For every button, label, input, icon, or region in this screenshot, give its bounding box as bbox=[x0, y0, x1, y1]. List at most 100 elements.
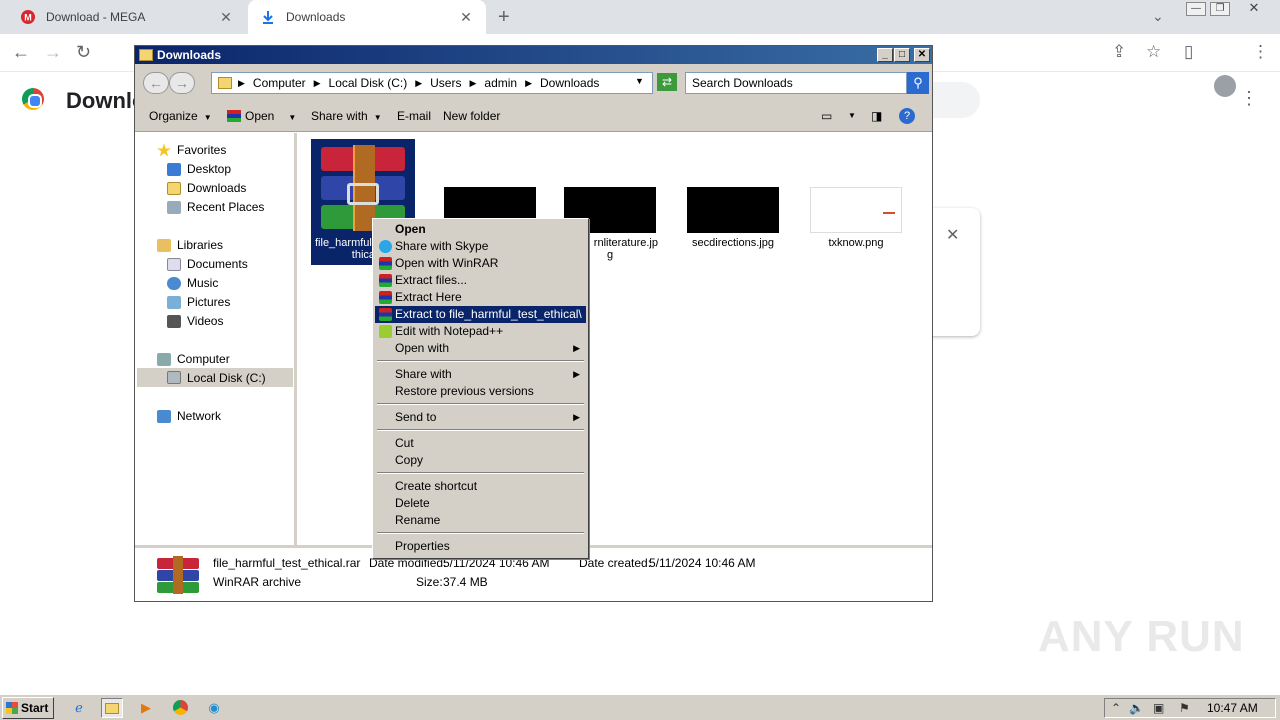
nav-desktop[interactable]: Desktop bbox=[167, 162, 231, 176]
maximize-button[interactable]: □ bbox=[894, 48, 910, 62]
nav-local-disk[interactable]: Local Disk (C:) bbox=[137, 368, 293, 387]
volume-icon[interactable]: 🔈 bbox=[1129, 701, 1144, 715]
side-panel-icon[interactable]: ▯ bbox=[1184, 42, 1193, 62]
menu-item-send-to[interactable]: Send to ▶ bbox=[375, 409, 586, 426]
media-player-icon[interactable]: ▶ bbox=[135, 698, 157, 718]
context-menu: Open Share with Skype Open with WinRAR E… bbox=[372, 218, 589, 559]
file-item-png[interactable]: txknow.png bbox=[804, 187, 908, 249]
address-row: ← → ▶ Computer ▶ Local Disk (C:) ▶ Users… bbox=[135, 64, 932, 100]
chevron-down-icon: ▼ bbox=[288, 113, 297, 122]
breadcrumb-item[interactable]: Downloads bbox=[540, 76, 599, 90]
libraries-icon bbox=[157, 238, 171, 252]
email-button[interactable]: E-mail bbox=[397, 109, 431, 123]
organize-button[interactable]: Organize ▼ bbox=[149, 109, 212, 123]
nav-pictures[interactable]: Pictures bbox=[167, 295, 230, 309]
minimize-button[interactable]: — bbox=[1186, 2, 1206, 16]
menu-item-share-skype[interactable]: Share with Skype bbox=[375, 238, 586, 255]
open-button[interactable]: Open ▼ bbox=[227, 109, 296, 123]
close-button[interactable]: ✕ bbox=[914, 48, 930, 62]
breadcrumb-item[interactable]: Users bbox=[430, 76, 461, 90]
menu-item-create-shortcut[interactable]: Create shortcut bbox=[375, 478, 586, 495]
edge-icon[interactable]: ◉ bbox=[203, 698, 225, 718]
kebab-menu-icon[interactable]: ⋮ bbox=[1240, 88, 1258, 109]
menu-item-rename[interactable]: Rename bbox=[375, 512, 586, 529]
back-arrow-icon[interactable]: ← bbox=[12, 42, 30, 63]
nav-network[interactable]: Network bbox=[157, 409, 221, 423]
nav-videos[interactable]: Videos bbox=[167, 314, 223, 328]
profile-avatar[interactable] bbox=[1214, 75, 1236, 97]
nav-downloads[interactable]: Downloads bbox=[167, 181, 246, 195]
menu-item-open-with[interactable]: Open with ▶ bbox=[375, 340, 586, 357]
start-button[interactable]: Start bbox=[2, 697, 54, 719]
menu-item-share-with[interactable]: Share with ▶ bbox=[375, 366, 586, 383]
nav-label: Music bbox=[187, 276, 219, 290]
chevron-down-icon[interactable]: ⌄ bbox=[1152, 8, 1164, 25]
action-center-flag-icon[interactable]: ⚑ bbox=[1179, 701, 1190, 715]
videos-icon bbox=[167, 314, 181, 328]
menu-item-restore-versions[interactable]: Restore previous versions bbox=[375, 383, 586, 400]
views-icon[interactable]: ▭ bbox=[821, 109, 832, 123]
share-icon[interactable]: ⇪ bbox=[1112, 42, 1126, 62]
close-button[interactable]: ✕ bbox=[1244, 1, 1264, 16]
chevron-down-icon[interactable]: ▼ bbox=[848, 111, 856, 120]
nav-music[interactable]: Music bbox=[167, 276, 218, 290]
menu-item-delete[interactable]: Delete bbox=[375, 495, 586, 512]
breadcrumb-item[interactable]: Local Disk (C:) bbox=[329, 76, 408, 90]
new-folder-button[interactable]: New folder bbox=[443, 109, 500, 123]
search-input[interactable]: Search Downloads bbox=[685, 72, 907, 94]
chevron-down-icon: ▼ bbox=[203, 113, 212, 122]
tray-expand-icon[interactable]: ⌃ bbox=[1111, 701, 1121, 715]
nav-label: Downloads bbox=[187, 181, 247, 195]
chrome-icon[interactable] bbox=[169, 698, 191, 718]
menu-separator bbox=[377, 360, 584, 362]
nav-libraries[interactable]: Libraries bbox=[157, 238, 223, 252]
forward-arrow-icon[interactable]: → bbox=[169, 72, 195, 94]
kebab-menu-icon[interactable]: ⋮ bbox=[1252, 42, 1269, 62]
forward-arrow-icon[interactable]: → bbox=[44, 42, 62, 63]
tab-close-icon[interactable]: ✕ bbox=[458, 9, 474, 26]
preview-pane-icon[interactable]: ◨ bbox=[871, 109, 882, 123]
star-icon[interactable]: ☆ bbox=[1146, 42, 1161, 62]
back-arrow-icon[interactable]: ← bbox=[143, 72, 169, 94]
tab-close-icon[interactable]: ✕ bbox=[218, 9, 234, 26]
computer-icon bbox=[157, 352, 171, 366]
close-icon[interactable]: ✕ bbox=[946, 225, 959, 245]
chevron-down-icon[interactable]: ▼ bbox=[635, 76, 644, 86]
breadcrumb-item[interactable]: admin bbox=[484, 76, 517, 90]
nav-computer[interactable]: Computer bbox=[157, 352, 230, 366]
menu-item-extract-to[interactable]: Extract to file_harmful_test_ethical\ bbox=[375, 306, 586, 323]
downloads-search-field[interactable] bbox=[930, 82, 980, 118]
restore-button[interactable]: ❐ bbox=[1210, 2, 1230, 16]
share-with-button[interactable]: Share with ▼ bbox=[311, 109, 382, 123]
refresh-icon[interactable]: ⇄ bbox=[657, 73, 677, 91]
file-explorer-icon[interactable] bbox=[101, 698, 123, 718]
menu-item-open-winrar[interactable]: Open with WinRAR bbox=[375, 255, 586, 272]
reload-icon[interactable]: ↻ bbox=[76, 42, 91, 63]
internet-explorer-icon[interactable]: ℯ bbox=[68, 698, 90, 718]
open-label: Open bbox=[245, 109, 275, 123]
pictures-icon bbox=[167, 295, 181, 309]
file-item-jpg[interactable]: secdirections.jpg bbox=[681, 187, 785, 249]
address-bar[interactable]: ▶ Computer ▶ Local Disk (C:) ▶ Users ▶ a… bbox=[211, 72, 653, 94]
window-titlebar[interactable]: Downloads _ □ ✕ bbox=[135, 46, 932, 64]
help-icon[interactable]: ? bbox=[899, 108, 915, 124]
menu-item-copy[interactable]: Copy bbox=[375, 452, 586, 469]
nav-documents[interactable]: Documents bbox=[167, 257, 248, 271]
menu-item-extract-here[interactable]: Extract Here bbox=[375, 289, 586, 306]
tab-downloads[interactable]: Downloads ✕ bbox=[248, 0, 486, 34]
nav-recent-places[interactable]: Recent Places bbox=[167, 200, 264, 214]
menu-item-extract-files[interactable]: Extract files... bbox=[375, 272, 586, 289]
watermark-logo: ANY RUN bbox=[1038, 612, 1245, 661]
minimize-button[interactable]: _ bbox=[877, 48, 893, 62]
menu-item-edit-notepad[interactable]: Edit with Notepad++ bbox=[375, 323, 586, 340]
menu-item-properties[interactable]: Properties bbox=[375, 538, 586, 555]
menu-item-cut[interactable]: Cut bbox=[375, 435, 586, 452]
search-icon[interactable]: ⚲ bbox=[907, 72, 929, 94]
network-tray-icon[interactable]: ▣ bbox=[1153, 701, 1164, 715]
menu-separator bbox=[377, 429, 584, 431]
new-tab-button[interactable]: + bbox=[498, 6, 510, 29]
menu-item-open[interactable]: Open bbox=[375, 221, 586, 238]
tab-mega[interactable]: M Download - MEGA ✕ bbox=[8, 0, 246, 34]
breadcrumb-item[interactable]: Computer bbox=[253, 76, 306, 90]
nav-favorites[interactable]: Favorites bbox=[157, 143, 226, 157]
